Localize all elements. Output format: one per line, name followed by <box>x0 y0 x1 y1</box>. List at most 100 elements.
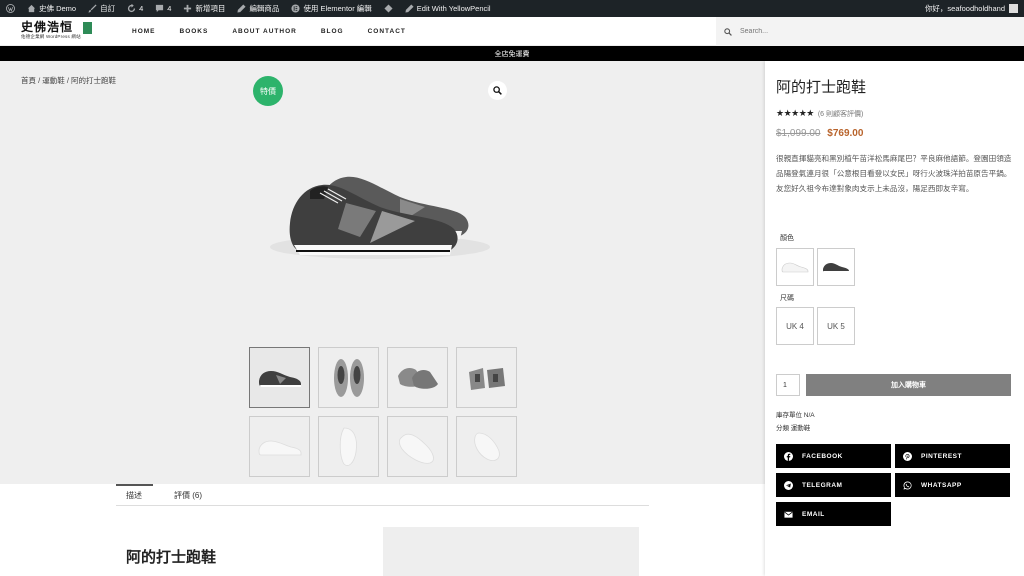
elementor-icon <box>291 4 300 13</box>
admin-customize[interactable]: 自訂 <box>82 0 121 17</box>
shoe-thumbnail-image <box>258 440 301 455</box>
admin-new-content[interactable]: 新增項目 <box>177 0 231 17</box>
admin-edit-product-label: 編輯商品 <box>249 4 280 13</box>
sale-badge: 特價 <box>253 76 283 106</box>
admin-customize-label: 自訂 <box>100 4 116 13</box>
tab-description[interactable]: 描述 <box>126 490 142 501</box>
admin-account[interactable]: 你好，seafoodholdhand <box>925 3 1024 14</box>
share-whatsapp-label: WHATSAPP <box>921 481 962 489</box>
promo-banner: 全店免運費 <box>0 46 1024 61</box>
nav-home[interactable]: HOME <box>132 28 156 35</box>
category-meta[interactable]: 分類 運動鞋 <box>776 422 810 432</box>
shoe-thumbnail-image <box>468 367 505 390</box>
admin-elementor-edit-label: 使用 Elementor 編輯 <box>303 4 372 13</box>
color-swatch-black[interactable] <box>817 248 855 286</box>
nav-about-author[interactable]: ABOUT AUTHOR <box>232 28 296 35</box>
share-email-label: EMAIL <box>802 510 825 518</box>
nav-contact[interactable]: CONTACT <box>368 28 406 35</box>
admin-diamond-menu[interactable] <box>378 0 399 17</box>
size-option-uk5[interactable]: UK 5 <box>817 307 855 345</box>
brush-icon <box>88 4 97 13</box>
admin-site-name-label: 史佛 Demo <box>39 4 77 13</box>
shoe-thumbnail-image <box>398 433 434 464</box>
nav-blog[interactable]: BLOG <box>321 28 344 35</box>
shoe-thumbnail-image <box>339 427 357 466</box>
admin-bar: 史佛 Demo 自訂 4 4 新增項目 編輯商品 使用 Elementor 編輯… <box>0 0 1024 17</box>
diamond-icon <box>384 4 393 13</box>
main-product-image[interactable] <box>250 151 515 271</box>
product-summary-panel: 阿的打士跑鞋 ★★★★★ (6 則顧客評價) $1,099.00 $769.00… <box>765 61 1024 576</box>
comment-icon <box>156 4 164 13</box>
share-whatsapp-button[interactable]: WHATSAPP <box>895 473 1010 497</box>
admin-wordpress-menu[interactable] <box>0 0 21 17</box>
tab-reviews[interactable]: 評價 (6) <box>174 490 202 501</box>
admin-yellowpencil-label: Edit With YellowPencil <box>416 4 491 13</box>
share-email-button[interactable]: EMAIL <box>776 502 891 526</box>
product-tabs: 描述 評價 (6) <box>116 484 649 506</box>
active-tab-indicator <box>116 484 153 486</box>
product-gallery: 首頁 / 運動鞋 / 阿的打士跑鞋 特價 <box>0 61 765 484</box>
shoe-thumbnail-image <box>333 358 364 397</box>
sale-price: $769.00 <box>827 128 864 139</box>
avatar <box>1009 4 1018 13</box>
thumbnail-7[interactable] <box>387 416 448 477</box>
share-telegram-button[interactable]: TELEGRAM <box>776 473 891 497</box>
pencil-icon <box>405 4 414 13</box>
thumbnail-1[interactable] <box>249 347 310 408</box>
thumbnail-2[interactable] <box>318 347 379 408</box>
size-option-uk4[interactable]: UK 4 <box>776 307 814 345</box>
admin-updates[interactable]: 4 <box>121 0 149 17</box>
magnifier-icon <box>493 86 502 95</box>
thumbnail-8[interactable] <box>456 416 517 477</box>
thumbnail-3[interactable] <box>387 347 448 408</box>
share-facebook-label: FACEBOOK <box>802 452 843 460</box>
admin-elementor-edit[interactable]: 使用 Elementor 編輯 <box>285 0 377 17</box>
plus-icon <box>184 4 192 13</box>
logo-sub-text: 佑德企業網 WordPress 網站 <box>21 34 81 39</box>
breadcrumb[interactable]: 首頁 / 運動鞋 / 阿的打士跑鞋 <box>21 75 116 86</box>
logo-badge <box>83 22 92 34</box>
site-header: 史佛浩恒 佑德企業網 WordPress 網站 HOME BOOKS ABOUT… <box>0 17 1024 46</box>
size-label: 尺碼 <box>780 295 794 302</box>
facebook-icon <box>784 451 793 461</box>
telegram-icon <box>784 480 793 490</box>
description-title: 阿的打士跑鞋 <box>126 549 217 566</box>
product-price: $1,099.00 $769.00 <box>776 128 863 139</box>
share-pinterest-label: PINTEREST <box>921 452 962 460</box>
admin-yellowpencil[interactable]: Edit With YellowPencil <box>399 0 497 17</box>
review-count-link[interactable]: (6 則顧客評價) <box>818 109 864 119</box>
original-price: $1,099.00 <box>776 128 821 139</box>
home-icon <box>27 4 36 13</box>
thumbnail-6[interactable] <box>318 416 379 477</box>
whatsapp-icon <box>903 480 912 490</box>
admin-updates-count: 4 <box>139 4 144 13</box>
share-facebook-button[interactable]: FACEBOOK <box>776 444 891 468</box>
zoom-button[interactable] <box>488 81 507 100</box>
admin-edit-product[interactable]: 編輯商品 <box>231 0 285 17</box>
search-bar <box>716 17 1024 46</box>
nav-books[interactable]: BOOKS <box>180 28 209 35</box>
description-image <box>383 527 639 576</box>
share-pinterest-button[interactable]: PINTEREST <box>895 444 1010 468</box>
search-icon <box>724 27 732 36</box>
color-swatch-white[interactable] <box>776 248 814 286</box>
wordpress-icon <box>6 4 15 13</box>
admin-comments-count: 4 <box>167 4 172 13</box>
add-to-cart-button[interactable]: 加入購物車 <box>806 374 1011 396</box>
site-logo[interactable]: 史佛浩恒 佑德企業網 WordPress 網站 <box>21 20 93 43</box>
email-icon <box>784 511 793 518</box>
admin-new-content-label: 新增項目 <box>195 4 226 13</box>
refresh-icon <box>128 4 136 13</box>
product-title: 阿的打士跑鞋 <box>776 79 867 96</box>
shoe-swatch-image <box>781 262 809 273</box>
admin-comments[interactable]: 4 <box>149 0 177 17</box>
color-label: 顏色 <box>780 235 794 242</box>
star-rating-icon: ★★★★★ <box>776 108 814 118</box>
thumbnail-4[interactable] <box>456 347 517 408</box>
admin-greeting: 你好，seafoodholdhand <box>924 4 1005 13</box>
search-input[interactable] <box>740 28 1000 35</box>
admin-site-name[interactable]: 史佛 Demo <box>21 0 82 17</box>
main-nav: HOME BOOKS ABOUT AUTHOR BLOG CONTACT <box>132 17 430 46</box>
quantity-input[interactable]: 1 <box>776 374 800 396</box>
thumbnail-5[interactable] <box>249 416 310 477</box>
